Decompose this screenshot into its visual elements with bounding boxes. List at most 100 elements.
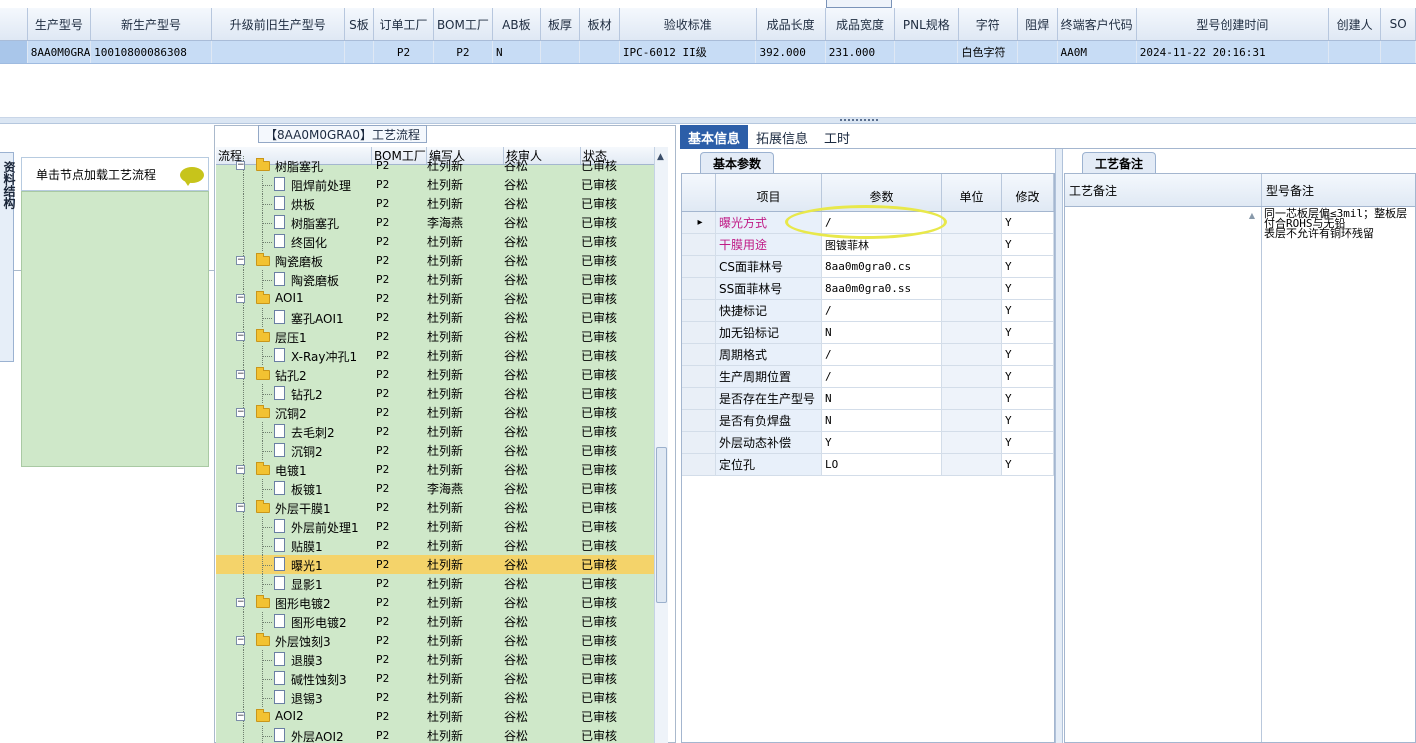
horizontal-splitter[interactable] <box>0 118 1416 124</box>
row-header[interactable] <box>682 256 716 277</box>
vertical-splitter[interactable] <box>1055 149 1063 743</box>
tab-basic-params[interactable]: 基本参数 <box>700 152 775 173</box>
model-grid-row[interactable]: 8AA0M0GRA0 10010800086308 P2 P2 N IPC-6012 II… <box>0 41 1416 64</box>
row-header[interactable] <box>682 454 716 475</box>
cell-old-model[interactable] <box>212 41 345 63</box>
process-row[interactable]: 树脂塞孔 P2 李海燕 谷松 已审核 <box>216 213 656 232</box>
param-row[interactable]: 生产周期位置 / Y <box>682 366 1054 388</box>
process-row[interactable]: 烘板 P2 杜列新 谷松 已审核 <box>216 194 656 213</box>
param-value[interactable]: N <box>822 410 942 431</box>
scroll-up-icon[interactable]: ▲ <box>657 152 664 162</box>
process-row[interactable]: 终固化 P2 杜列新 谷松 已审核 <box>216 232 656 251</box>
col-ab-board[interactable]: AB板 <box>493 8 541 40</box>
col-model[interactable]: 生产型号 <box>28 8 92 40</box>
cell-width[interactable]: 231.000 <box>826 41 896 63</box>
param-row[interactable]: 定位孔 LO Y <box>682 454 1054 476</box>
scroll-thumb[interactable] <box>656 447 667 603</box>
row-header[interactable] <box>682 432 716 453</box>
tab-extended-info[interactable]: 拓展信息 <box>748 125 816 149</box>
param-value[interactable]: 8aa0m0gra0.cs <box>822 256 942 277</box>
param-row[interactable]: SS面菲林号 8aa0m0gra0.ss Y <box>682 278 1054 300</box>
cell-solder[interactable] <box>1018 41 1058 63</box>
row-header[interactable] <box>682 366 716 387</box>
process-row[interactable]: 沉铜2 P2 杜列新 谷松 已审核 <box>216 441 656 460</box>
collapse-icon[interactable]: − <box>236 598 245 607</box>
process-row[interactable]: − 外层蚀刻3 P2 杜列新 谷松 已审核 <box>216 631 656 650</box>
tab-data-structure[interactable]: 资料结构 <box>0 152 16 362</box>
scroll-up-small-icon[interactable]: ▲ <box>1249 211 1255 220</box>
collapse-icon[interactable]: − <box>236 256 245 265</box>
param-value[interactable]: / <box>822 344 942 365</box>
collapse-icon[interactable]: − <box>236 712 245 721</box>
tab-basic-info[interactable]: 基本信息 <box>680 125 749 149</box>
collapse-icon[interactable]: − <box>236 408 245 417</box>
col-customer[interactable]: 终端客户代码 <box>1058 8 1137 40</box>
collapse-icon[interactable]: − <box>236 503 245 512</box>
col-so[interactable]: SO <box>1381 8 1416 40</box>
param-row[interactable]: ▸ 曝光方式 / Y <box>682 212 1054 234</box>
cell-material[interactable] <box>580 41 620 63</box>
param-row[interactable]: CS面菲林号 8aa0m0gra0.cs Y <box>682 256 1054 278</box>
col-new-model[interactable]: 新生产型号 <box>91 8 212 40</box>
process-row[interactable]: 板镀1 P2 李海燕 谷松 已审核 <box>216 479 656 498</box>
col-standard[interactable]: 验收标准 <box>620 8 757 40</box>
col-old-model[interactable]: 升级前旧生产型号 <box>212 8 345 40</box>
param-value[interactable]: / <box>822 212 942 233</box>
col-item[interactable]: 项目 <box>716 174 822 211</box>
process-row[interactable]: − 树脂塞孔 P2 杜列新 谷松 已审核 <box>216 156 656 175</box>
model-remark-text[interactable]: 同一芯板层偏≤3mil；整板层 付合ROHS与无铅 表层不允许有铜环残留 <box>1262 207 1415 742</box>
param-row[interactable]: 加无铅标记 N Y <box>682 322 1054 344</box>
param-value[interactable]: N <box>822 388 942 409</box>
col-solder[interactable]: 阻焊 <box>1018 8 1058 40</box>
col-char[interactable]: 字符 <box>959 8 1018 40</box>
cell-bom-factory[interactable]: P2 <box>434 41 494 63</box>
cell-new-model[interactable]: 10010800086308 <box>91 41 212 63</box>
col-creator[interactable]: 创建人 <box>1329 8 1382 40</box>
structure-tree-area[interactable] <box>21 191 209 467</box>
cell-pnl[interactable] <box>895 41 959 63</box>
param-value[interactable]: N <box>822 322 942 343</box>
param-row[interactable]: 快捷标记 / Y <box>682 300 1054 322</box>
row-header[interactable] <box>682 300 716 321</box>
collapse-icon[interactable]: − <box>236 294 245 303</box>
process-remark-cell[interactable]: ▲ <box>1065 207 1262 742</box>
col-order-factory[interactable]: 订单工厂 <box>374 8 434 40</box>
param-row[interactable]: 是否存在生产型号 N Y <box>682 388 1054 410</box>
cell-creator[interactable] <box>1329 41 1382 63</box>
param-value[interactable]: 图镀菲林 <box>822 234 942 255</box>
col-bom-factory[interactable]: BOM工厂 <box>434 8 494 40</box>
process-row[interactable]: − 层压1 P2 杜列新 谷松 已审核 <box>216 327 656 346</box>
param-row[interactable]: 外层动态补偿 Y Y <box>682 432 1054 454</box>
process-tree-scrollbar[interactable]: ▲ <box>654 147 668 743</box>
col-material[interactable]: 板材 <box>580 8 620 40</box>
process-row[interactable]: − 沉铜2 P2 杜列新 谷松 已审核 <box>216 403 656 422</box>
cell-customer[interactable]: AA0M <box>1058 41 1137 63</box>
collapse-icon[interactable]: − <box>236 370 245 379</box>
row-header[interactable] <box>682 278 716 299</box>
process-row[interactable]: 阻焊前处理 P2 杜列新 谷松 已审核 <box>216 175 656 194</box>
param-value[interactable]: / <box>822 366 942 387</box>
col-created[interactable]: 型号创建时间 <box>1137 8 1329 40</box>
param-value[interactable]: 8aa0m0gra0.ss <box>822 278 942 299</box>
col-width[interactable]: 成品宽度 <box>826 8 896 40</box>
cell-ab-board[interactable]: N <box>493 41 541 63</box>
param-row[interactable]: 干膜用途 图镀菲林 Y <box>682 234 1054 256</box>
process-row[interactable]: 退锡3 P2 杜列新 谷松 已审核 <box>216 688 656 707</box>
top-collapse-button[interactable] <box>826 0 892 8</box>
process-tree[interactable]: 流程 BOM工厂 编写人 核审人 状态 − 树脂塞孔 P2 杜列新 谷松 已审核 阻焊前处理… <box>216 147 656 743</box>
cell-created[interactable]: 2024-11-22 20:16:31 <box>1137 41 1329 63</box>
process-row[interactable]: − AOI1 P2 杜列新 谷松 已审核 <box>216 289 656 308</box>
process-row[interactable]: − AOI2 P2 杜列新 谷松 已审核 <box>216 707 656 726</box>
cell-thickness[interactable] <box>541 41 581 63</box>
param-value[interactable]: Y <box>822 432 942 453</box>
param-value[interactable]: LO <box>822 454 942 475</box>
process-row[interactable]: 碱性蚀刻3 P2 杜列新 谷松 已审核 <box>216 669 656 688</box>
process-row[interactable]: 曝光1 P2 杜列新 谷松 已审核 <box>216 555 656 574</box>
process-row[interactable]: 显影1 P2 杜列新 谷松 已审核 <box>216 574 656 593</box>
process-row[interactable]: 外层AOI2 P2 杜列新 谷松 已审核 <box>216 726 656 743</box>
process-row[interactable]: 退膜3 P2 杜列新 谷松 已审核 <box>216 650 656 669</box>
process-row[interactable]: 外层前处理1 P2 杜列新 谷松 已审核 <box>216 517 656 536</box>
process-row[interactable]: 钻孔2 P2 杜列新 谷松 已审核 <box>216 384 656 403</box>
cell-s-board[interactable] <box>345 41 375 63</box>
col-modify[interactable]: 修改 <box>1002 174 1054 211</box>
